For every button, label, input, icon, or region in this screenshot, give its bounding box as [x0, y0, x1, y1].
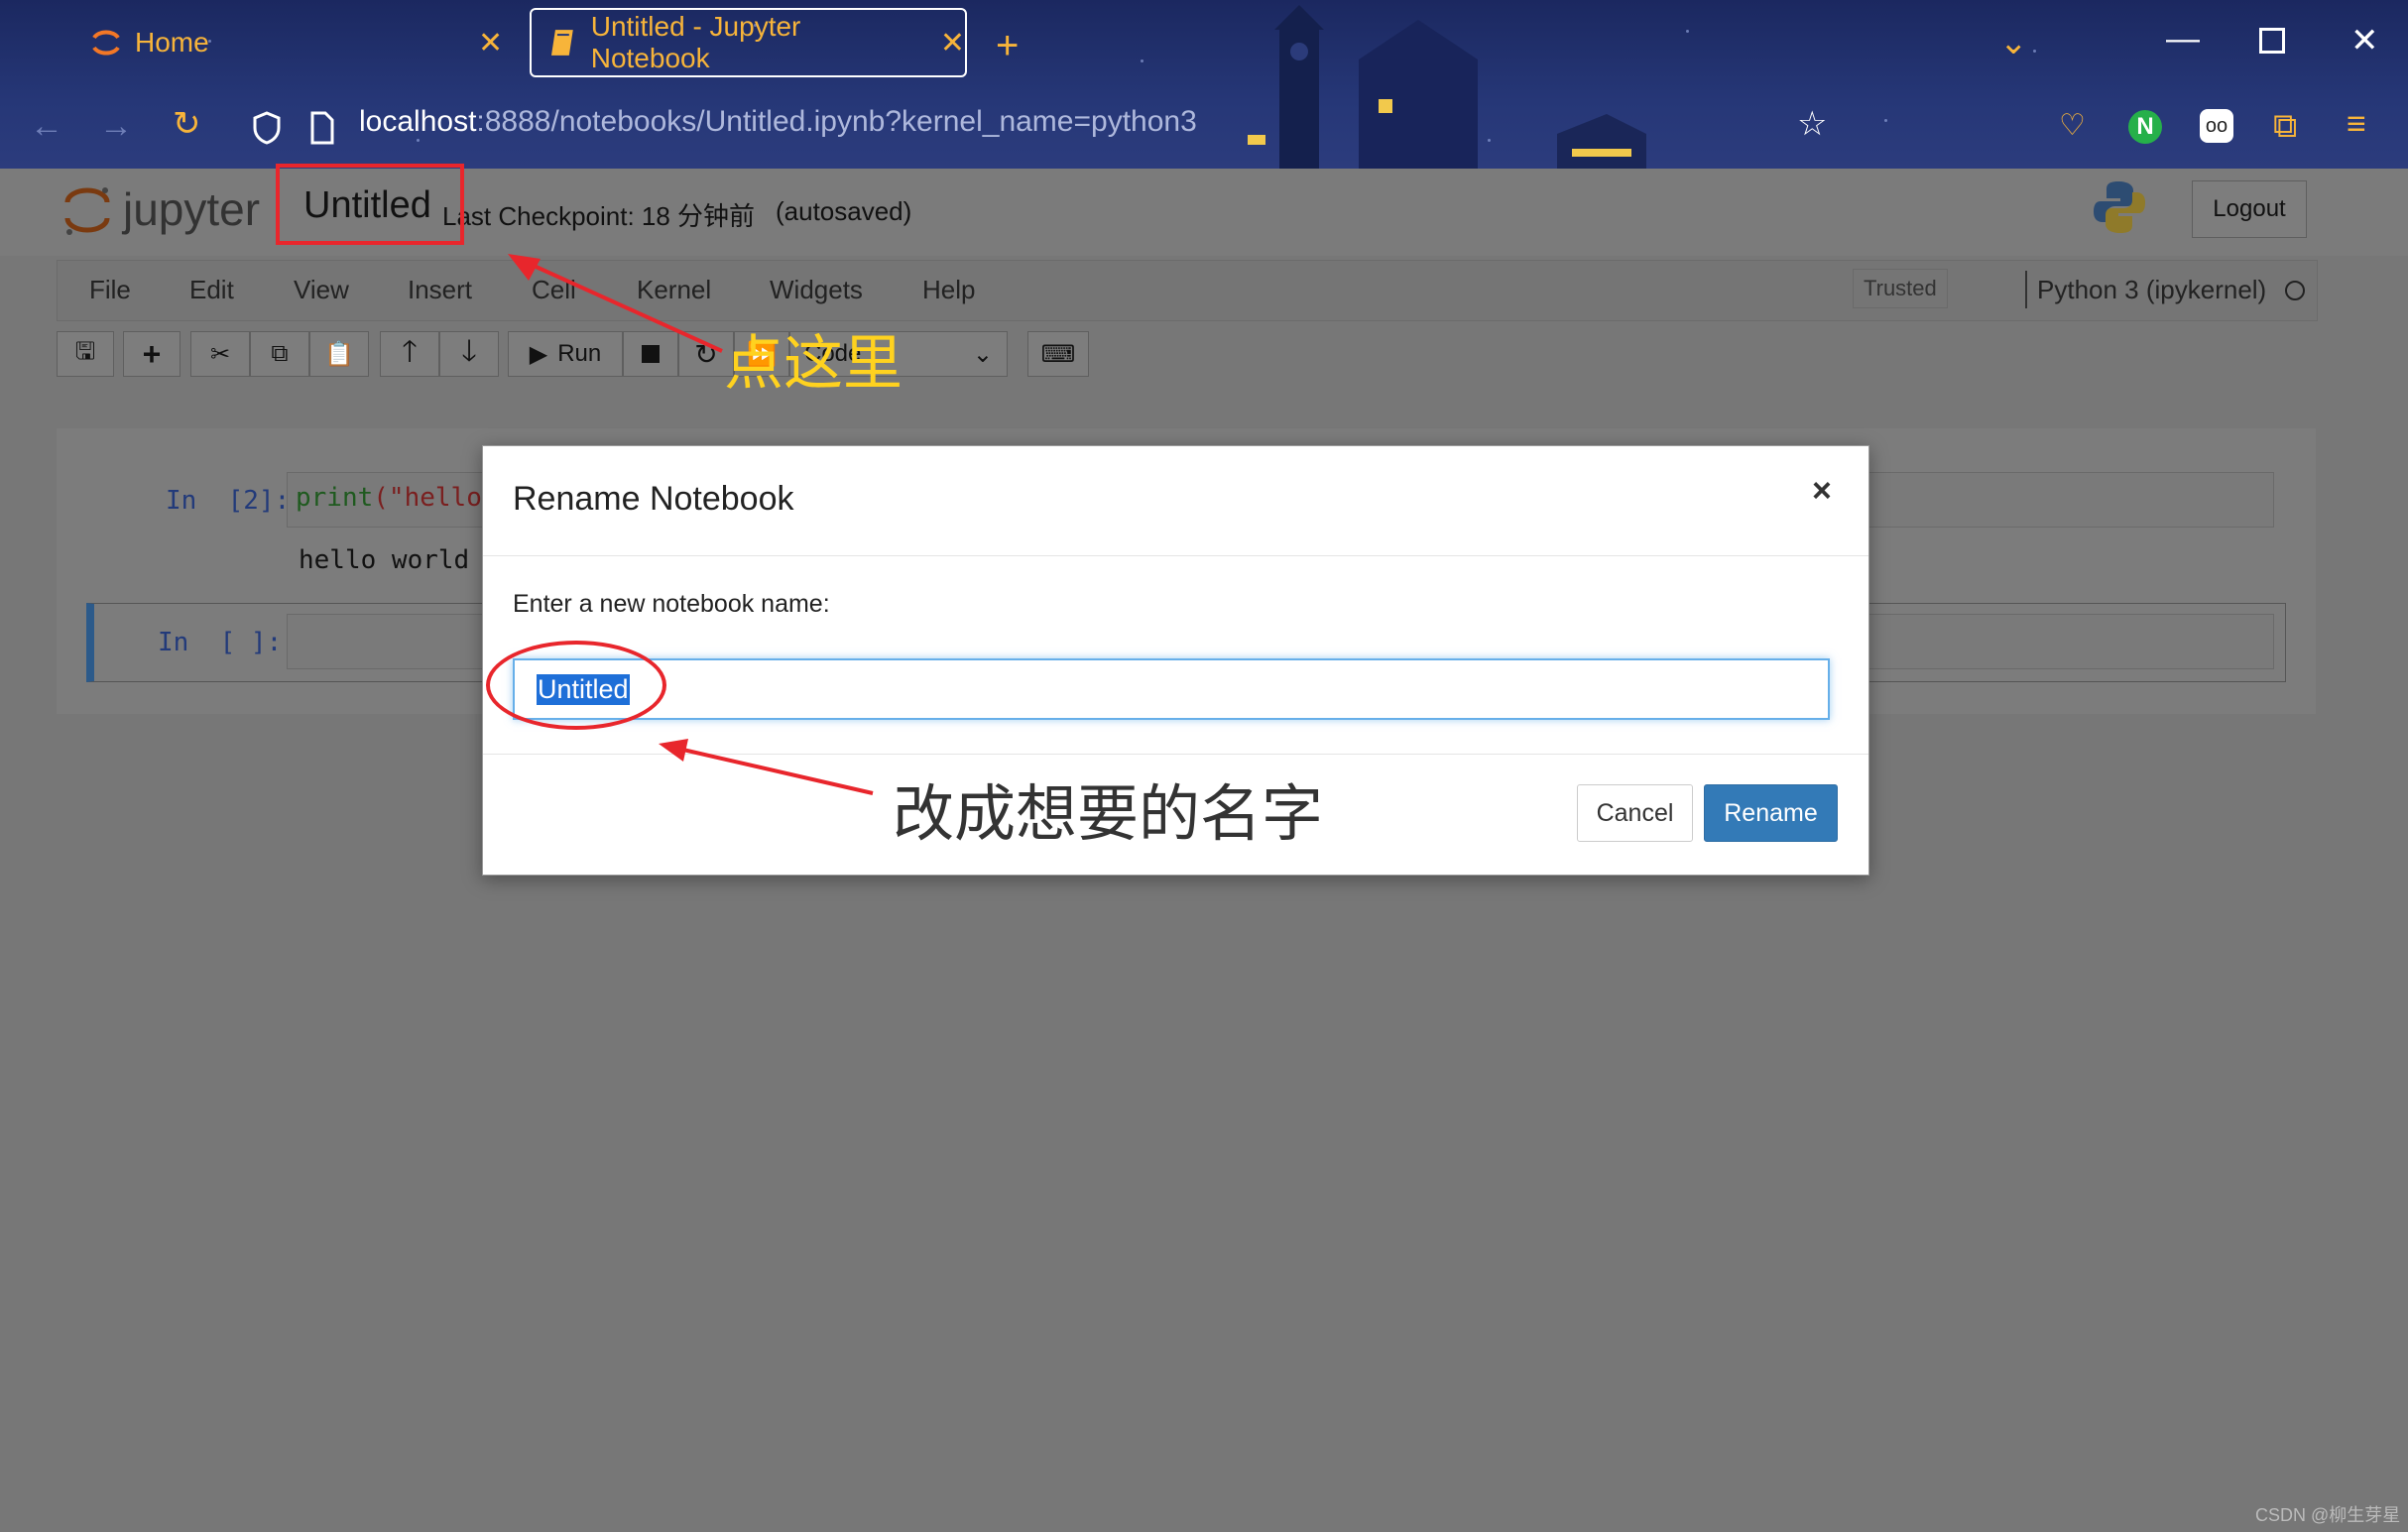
watermark: CSDN @柳生芽星: [2255, 1505, 2401, 1525]
arrow-head-to-name: [508, 254, 541, 281]
annotation-click-here: 点这里: [724, 329, 903, 399]
arrow-line-to-input: [673, 746, 874, 795]
arrow-head-to-input: [659, 739, 688, 762]
arrow-line-to-name: [520, 258, 723, 353]
annotation-change-name: 改成想要的名字: [893, 777, 1324, 850]
